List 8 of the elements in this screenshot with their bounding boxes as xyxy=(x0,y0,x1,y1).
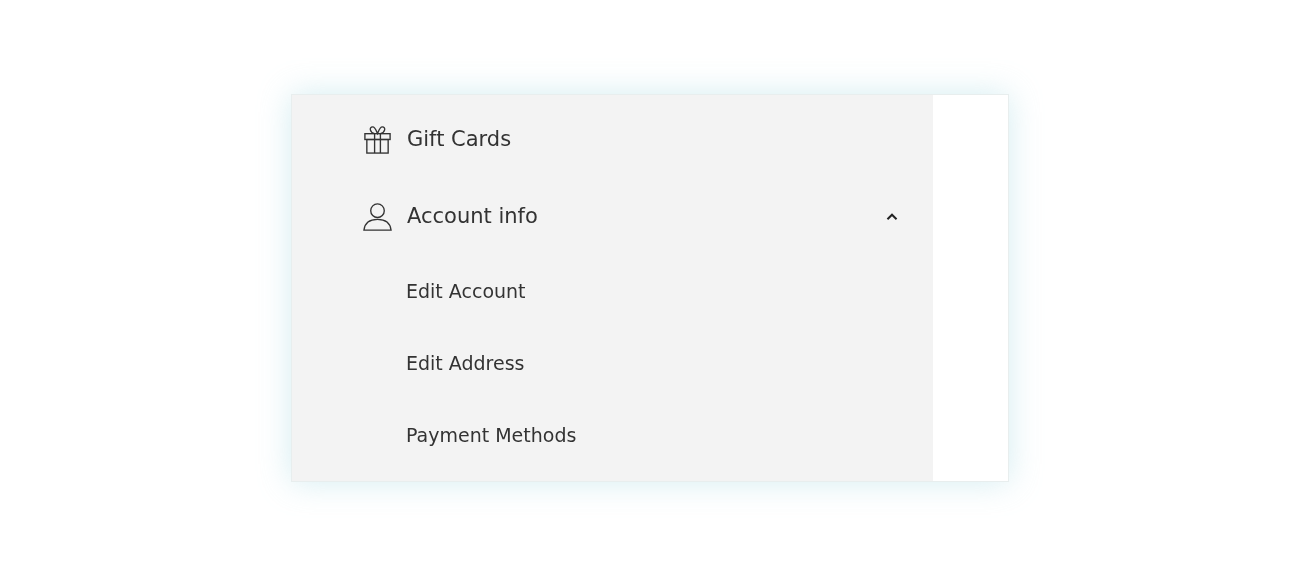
submenu-item[interactable]: Edit Address xyxy=(406,348,525,378)
person-icon xyxy=(362,201,393,232)
gift-icon xyxy=(362,124,393,155)
chevron-up-icon[interactable] xyxy=(885,211,899,222)
menu-item[interactable]: Account info xyxy=(292,178,933,255)
menu-item[interactable]: Gift Cards xyxy=(292,101,933,178)
submenu-item[interactable]: Edit Account xyxy=(406,276,526,306)
submenu-item[interactable]: Payment Methods xyxy=(406,420,577,450)
